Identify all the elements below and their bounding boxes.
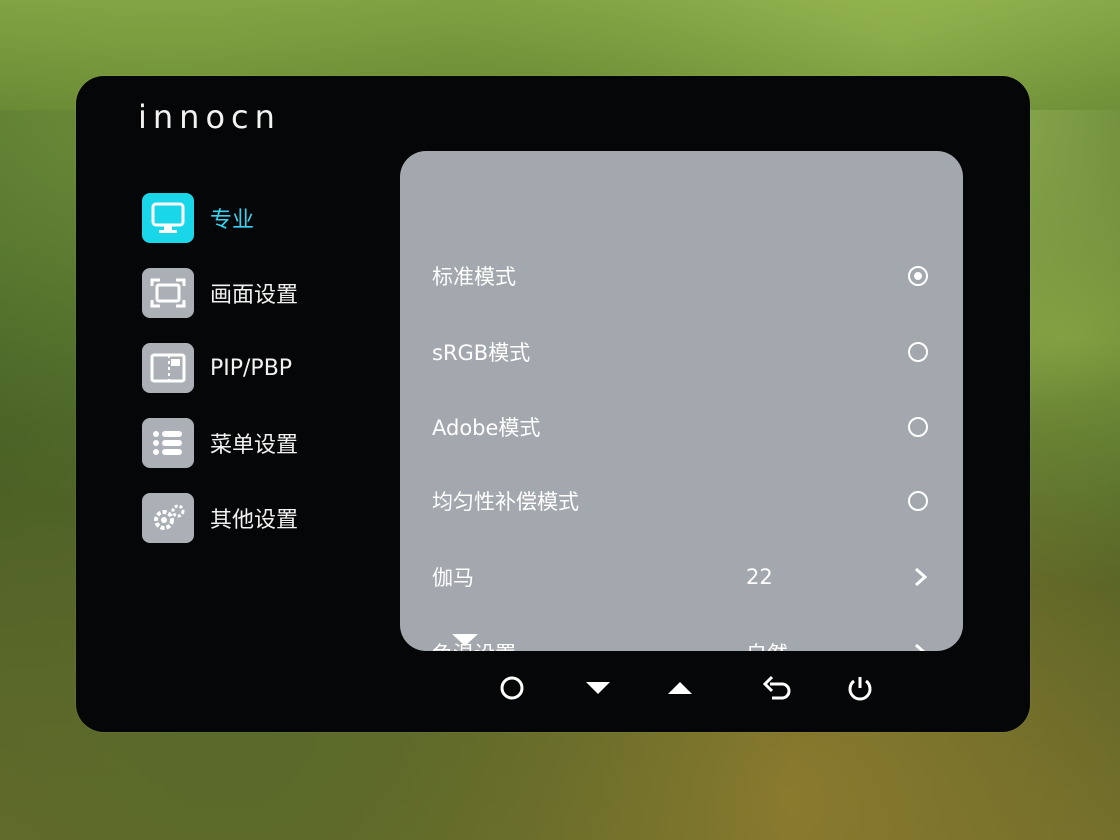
- menu-list-icon: [142, 418, 194, 468]
- radio-icon[interactable]: [908, 342, 928, 362]
- nav-label: 画面设置: [210, 283, 299, 308]
- chevron-right-icon[interactable]: [910, 642, 932, 651]
- osd-menu: innocn 专业 画面设置 PIP/PBP 菜单设置 其他设置 标准模式 sR…: [76, 76, 1030, 732]
- scroll-down-triangle-icon: [452, 634, 478, 646]
- monitor-icon: [142, 193, 194, 243]
- gamma-value: 22: [746, 565, 773, 589]
- option-standard-mode[interactable]: 标准模式: [400, 246, 963, 306]
- power-icon[interactable]: [840, 668, 880, 708]
- nav-item-other-settings[interactable]: 其他设置: [142, 492, 402, 544]
- nav-label: 专业: [210, 208, 255, 233]
- nav-item-menu-settings[interactable]: 菜单设置: [142, 417, 402, 469]
- nav-label: 其他设置: [210, 508, 299, 533]
- option-gamma[interactable]: 伽马 22: [400, 547, 963, 607]
- nav-item-pip-pbp[interactable]: PIP/PBP: [142, 342, 402, 394]
- option-label: 伽马: [432, 566, 474, 590]
- option-label: sRGB模式: [432, 341, 531, 365]
- gear-icon: [142, 493, 194, 543]
- color-temp-value: 自然: [746, 638, 788, 651]
- option-uniformity-mode[interactable]: 均匀性补偿模式: [400, 471, 963, 531]
- nav-item-picture-settings[interactable]: 画面设置: [142, 267, 402, 319]
- settings-panel: 标准模式 sRGB模式 Adobe模式 均匀性补偿模式 伽马 22 色温设置 自…: [400, 151, 963, 651]
- nav-sidebar: 专业 画面设置 PIP/PBP 菜单设置 其他设置: [142, 192, 402, 567]
- option-srgb-mode[interactable]: sRGB模式: [400, 322, 963, 382]
- arrow-up-icon[interactable]: [660, 668, 700, 708]
- arrow-down-icon[interactable]: [578, 668, 618, 708]
- screen-frame-icon: [142, 268, 194, 318]
- nav-label: PIP/PBP: [210, 355, 293, 381]
- radio-checked-icon[interactable]: [908, 266, 928, 286]
- nav-label: 菜单设置: [210, 433, 299, 458]
- radio-icon[interactable]: [908, 417, 928, 437]
- back-icon[interactable]: [758, 668, 798, 708]
- radio-icon[interactable]: [908, 491, 928, 511]
- option-label: 标准模式: [432, 265, 516, 289]
- option-color-temp[interactable]: 色温设置 自然: [400, 623, 963, 651]
- option-label: 均匀性补偿模式: [432, 490, 579, 514]
- control-buttons: [492, 668, 892, 708]
- option-adobe-mode[interactable]: Adobe模式: [400, 397, 963, 457]
- circle-ok-icon[interactable]: [492, 668, 532, 708]
- option-label: Adobe模式: [432, 416, 541, 440]
- brand-logo: innocn: [138, 98, 281, 136]
- nav-item-professional[interactable]: 专业: [142, 192, 402, 244]
- chevron-right-icon[interactable]: [910, 566, 932, 588]
- pip-icon: [142, 343, 194, 393]
